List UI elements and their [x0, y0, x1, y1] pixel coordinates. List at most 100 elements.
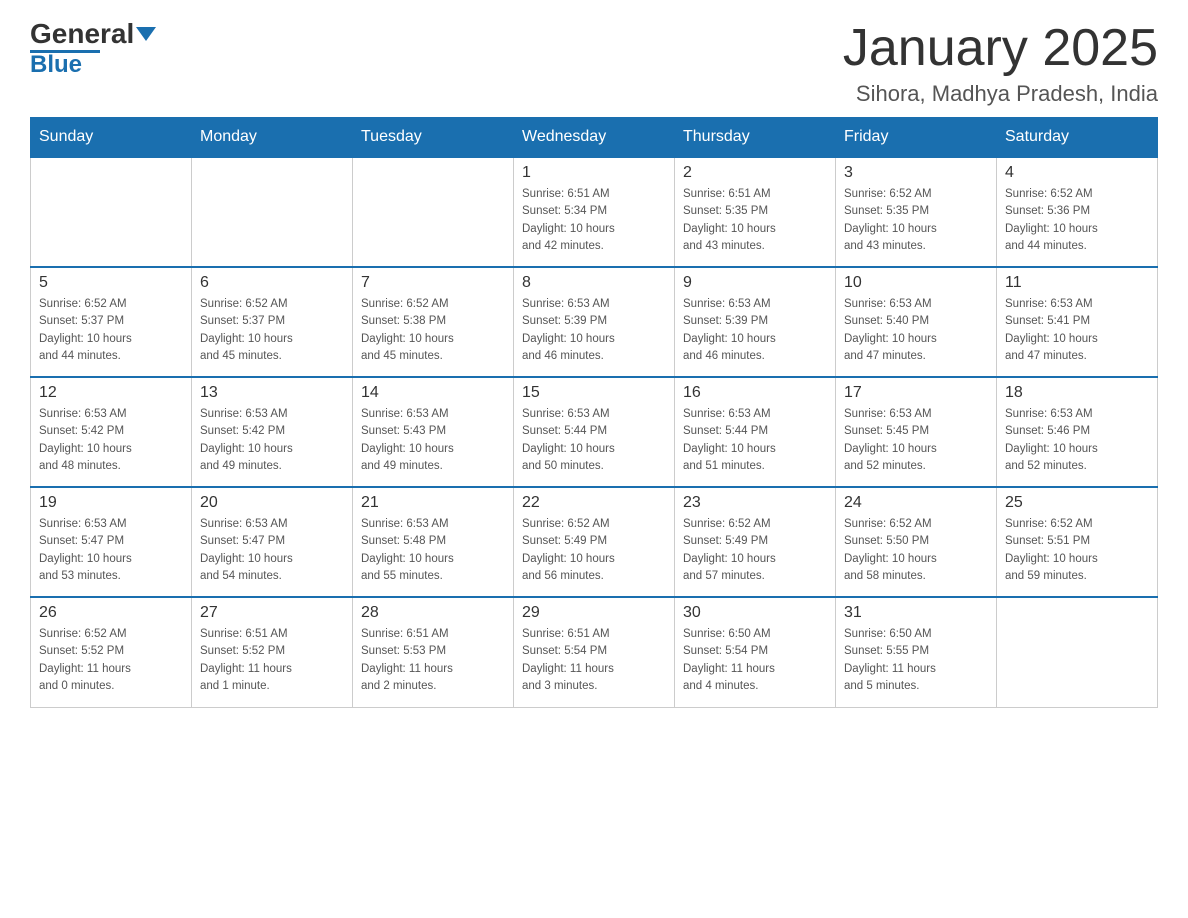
day-number: 28	[361, 604, 505, 622]
cell-week4-day5: 24 Sunrise: 6:52 AMSunset: 5:50 PMDayligh…	[836, 487, 997, 597]
day-number: 7	[361, 274, 505, 292]
cell-week3-day6: 18Sunrise: 6:53 AMSunset: 5:46 PMDayligh…	[997, 377, 1158, 487]
week-row-3: 12 Sunrise: 6:53 AMSunset: 5:42 PMDayligh…	[31, 377, 1158, 487]
day-info: Sunrise: 6:53 AMSunset: 5:42 PMDaylight:…	[39, 406, 183, 475]
cell-week2-day1: 6 Sunrise: 6:52 AMSunset: 5:37 PMDaylight…	[192, 267, 353, 377]
day-info: Sunrise: 6:53 AMSunset: 5:41 PMDaylight:…	[1005, 296, 1149, 365]
cell-week2-day0: 5 Sunrise: 6:52 AMSunset: 5:37 PMDaylight…	[31, 267, 192, 377]
day-info: Sunrise: 6:52 AMSunset: 5:38 PMDaylight:…	[361, 296, 505, 365]
cell-week2-day3: 8 Sunrise: 6:53 AMSunset: 5:39 PMDaylight…	[514, 267, 675, 377]
cell-week1-day5: 3 Sunrise: 6:52 AMSunset: 5:35 PMDaylight…	[836, 157, 997, 267]
cell-week3-day3: 15Sunrise: 6:53 AMSunset: 5:44 PMDayligh…	[514, 377, 675, 487]
day-info: Sunrise: 6:53 AMSunset: 5:40 PMDaylight:…	[844, 296, 988, 365]
day-number: 26	[39, 604, 183, 622]
cell-week3-day2: 14 Sunrise: 6:53 AMSunset: 5:43 PMDayligh…	[353, 377, 514, 487]
cell-week5-day5: 31 Sunrise: 6:50 AMSunset: 5:55 PMDayligh…	[836, 597, 997, 707]
week-row-4: 19 Sunrise: 6:53 AMSunset: 5:47 PMDayligh…	[31, 487, 1158, 597]
calendar-title: January 2025	[843, 20, 1158, 77]
day-info: Sunrise: 6:53 AMSunset: 5:48 PMDaylight:…	[361, 516, 505, 585]
day-info: Sunrise: 6:52 AMSunset: 5:52 PMDaylight:…	[39, 626, 183, 695]
day-number: 17	[844, 384, 988, 402]
day-number: 2	[683, 164, 827, 182]
day-info: Sunrise: 6:52 AMSunset: 5:51 PMDaylight:…	[1005, 516, 1149, 585]
day-number: 24	[844, 494, 988, 512]
day-number: 9	[683, 274, 827, 292]
day-info: Sunrise: 6:52 AMSunset: 5:49 PMDaylight:…	[683, 516, 827, 585]
day-info: Sunrise: 6:53 AMSunset: 5:47 PMDaylight:…	[39, 516, 183, 585]
day-number: 13	[200, 384, 344, 402]
day-number: 10	[844, 274, 988, 292]
page-header: General Blue January 2025 Sihora, Madhya…	[30, 20, 1158, 107]
day-number: 30	[683, 604, 827, 622]
day-number: 25	[1005, 494, 1149, 512]
cell-week5-day4: 30 Sunrise: 6:50 AMSunset: 5:54 PMDayligh…	[675, 597, 836, 707]
day-number: 5	[39, 274, 183, 292]
day-info: Sunrise: 6:52 AMSunset: 5:37 PMDaylight:…	[39, 296, 183, 365]
day-number: 16	[683, 384, 827, 402]
day-number: 20	[200, 494, 344, 512]
day-number: 31	[844, 604, 988, 622]
cell-week1-day1	[192, 157, 353, 267]
day-number: 3	[844, 164, 988, 182]
cell-week2-day4: 9Sunrise: 6:53 AMSunset: 5:39 PMDaylight…	[675, 267, 836, 377]
cell-week2-day6: 11 Sunrise: 6:53 AMSunset: 5:41 PMDayligh…	[997, 267, 1158, 377]
day-number: 6	[200, 274, 344, 292]
col-thursday: Thursday	[675, 118, 836, 158]
day-info: Sunrise: 6:52 AMSunset: 5:50 PMDaylight:…	[844, 516, 988, 585]
cell-week3-day5: 17 Sunrise: 6:53 AMSunset: 5:45 PMDayligh…	[836, 377, 997, 487]
col-friday: Friday	[836, 118, 997, 158]
day-info: Sunrise: 6:50 AMSunset: 5:54 PMDaylight:…	[683, 626, 827, 695]
day-info: Sunrise: 6:53 AMSunset: 5:44 PMDaylight:…	[683, 406, 827, 475]
day-number: 29	[522, 604, 666, 622]
day-info: Sunrise: 6:53 AMSunset: 5:43 PMDaylight:…	[361, 406, 505, 475]
cell-week1-day6: 4Sunrise: 6:52 AMSunset: 5:36 PMDaylight…	[997, 157, 1158, 267]
week-row-1: 1Sunrise: 6:51 AMSunset: 5:34 PMDaylight…	[31, 157, 1158, 267]
logo-triangle-icon	[136, 27, 156, 41]
day-info: Sunrise: 6:52 AMSunset: 5:37 PMDaylight:…	[200, 296, 344, 365]
day-info: Sunrise: 6:53 AMSunset: 5:45 PMDaylight:…	[844, 406, 988, 475]
cell-week2-day5: 10 Sunrise: 6:53 AMSunset: 5:40 PMDayligh…	[836, 267, 997, 377]
day-number: 19	[39, 494, 183, 512]
cell-week3-day4: 16 Sunrise: 6:53 AMSunset: 5:44 PMDayligh…	[675, 377, 836, 487]
logo: General Blue	[30, 20, 156, 77]
day-info: Sunrise: 6:52 AMSunset: 5:36 PMDaylight:…	[1005, 186, 1149, 255]
cell-week4-day4: 23 Sunrise: 6:52 AMSunset: 5:49 PMDayligh…	[675, 487, 836, 597]
calendar-header-row: Sunday Monday Tuesday Wednesday Thursday…	[31, 118, 1158, 158]
logo-text-blue: Blue	[30, 53, 82, 77]
cell-week4-day2: 21 Sunrise: 6:53 AMSunset: 5:48 PMDayligh…	[353, 487, 514, 597]
day-number: 1	[522, 164, 666, 182]
col-monday: Monday	[192, 118, 353, 158]
day-info: Sunrise: 6:53 AMSunset: 5:44 PMDaylight:…	[522, 406, 666, 475]
cell-week5-day1: 27Sunrise: 6:51 AMSunset: 5:52 PMDayligh…	[192, 597, 353, 707]
cell-week1-day0	[31, 157, 192, 267]
day-number: 14	[361, 384, 505, 402]
cell-week5-day2: 28Sunrise: 6:51 AMSunset: 5:53 PMDayligh…	[353, 597, 514, 707]
calendar-subtitle: Sihora, Madhya Pradesh, India	[843, 81, 1158, 107]
day-number: 21	[361, 494, 505, 512]
col-saturday: Saturday	[997, 118, 1158, 158]
calendar-table: Sunday Monday Tuesday Wednesday Thursday…	[30, 117, 1158, 708]
day-number: 23	[683, 494, 827, 512]
day-info: Sunrise: 6:53 AMSunset: 5:39 PMDaylight:…	[522, 296, 666, 365]
day-info: Sunrise: 6:53 AMSunset: 5:47 PMDaylight:…	[200, 516, 344, 585]
day-number: 11	[1005, 274, 1149, 292]
cell-week3-day1: 13Sunrise: 6:53 AMSunset: 5:42 PMDayligh…	[192, 377, 353, 487]
day-number: 27	[200, 604, 344, 622]
cell-week4-day6: 25 Sunrise: 6:52 AMSunset: 5:51 PMDayligh…	[997, 487, 1158, 597]
day-info: Sunrise: 6:51 AMSunset: 5:54 PMDaylight:…	[522, 626, 666, 695]
day-info: Sunrise: 6:52 AMSunset: 5:49 PMDaylight:…	[522, 516, 666, 585]
cell-week1-day3: 1Sunrise: 6:51 AMSunset: 5:34 PMDaylight…	[514, 157, 675, 267]
cell-week4-day1: 20 Sunrise: 6:53 AMSunset: 5:47 PMDayligh…	[192, 487, 353, 597]
day-info: Sunrise: 6:50 AMSunset: 5:55 PMDaylight:…	[844, 626, 988, 695]
day-number: 12	[39, 384, 183, 402]
cell-week5-day3: 29 Sunrise: 6:51 AMSunset: 5:54 PMDayligh…	[514, 597, 675, 707]
col-tuesday: Tuesday	[353, 118, 514, 158]
cell-week4-day3: 22Sunrise: 6:52 AMSunset: 5:49 PMDayligh…	[514, 487, 675, 597]
cell-week4-day0: 19 Sunrise: 6:53 AMSunset: 5:47 PMDayligh…	[31, 487, 192, 597]
cell-week3-day0: 12 Sunrise: 6:53 AMSunset: 5:42 PMDayligh…	[31, 377, 192, 487]
logo-text-main: General	[30, 20, 134, 48]
day-number: 8	[522, 274, 666, 292]
col-wednesday: Wednesday	[514, 118, 675, 158]
cell-week5-day6	[997, 597, 1158, 707]
day-info: Sunrise: 6:52 AMSunset: 5:35 PMDaylight:…	[844, 186, 988, 255]
